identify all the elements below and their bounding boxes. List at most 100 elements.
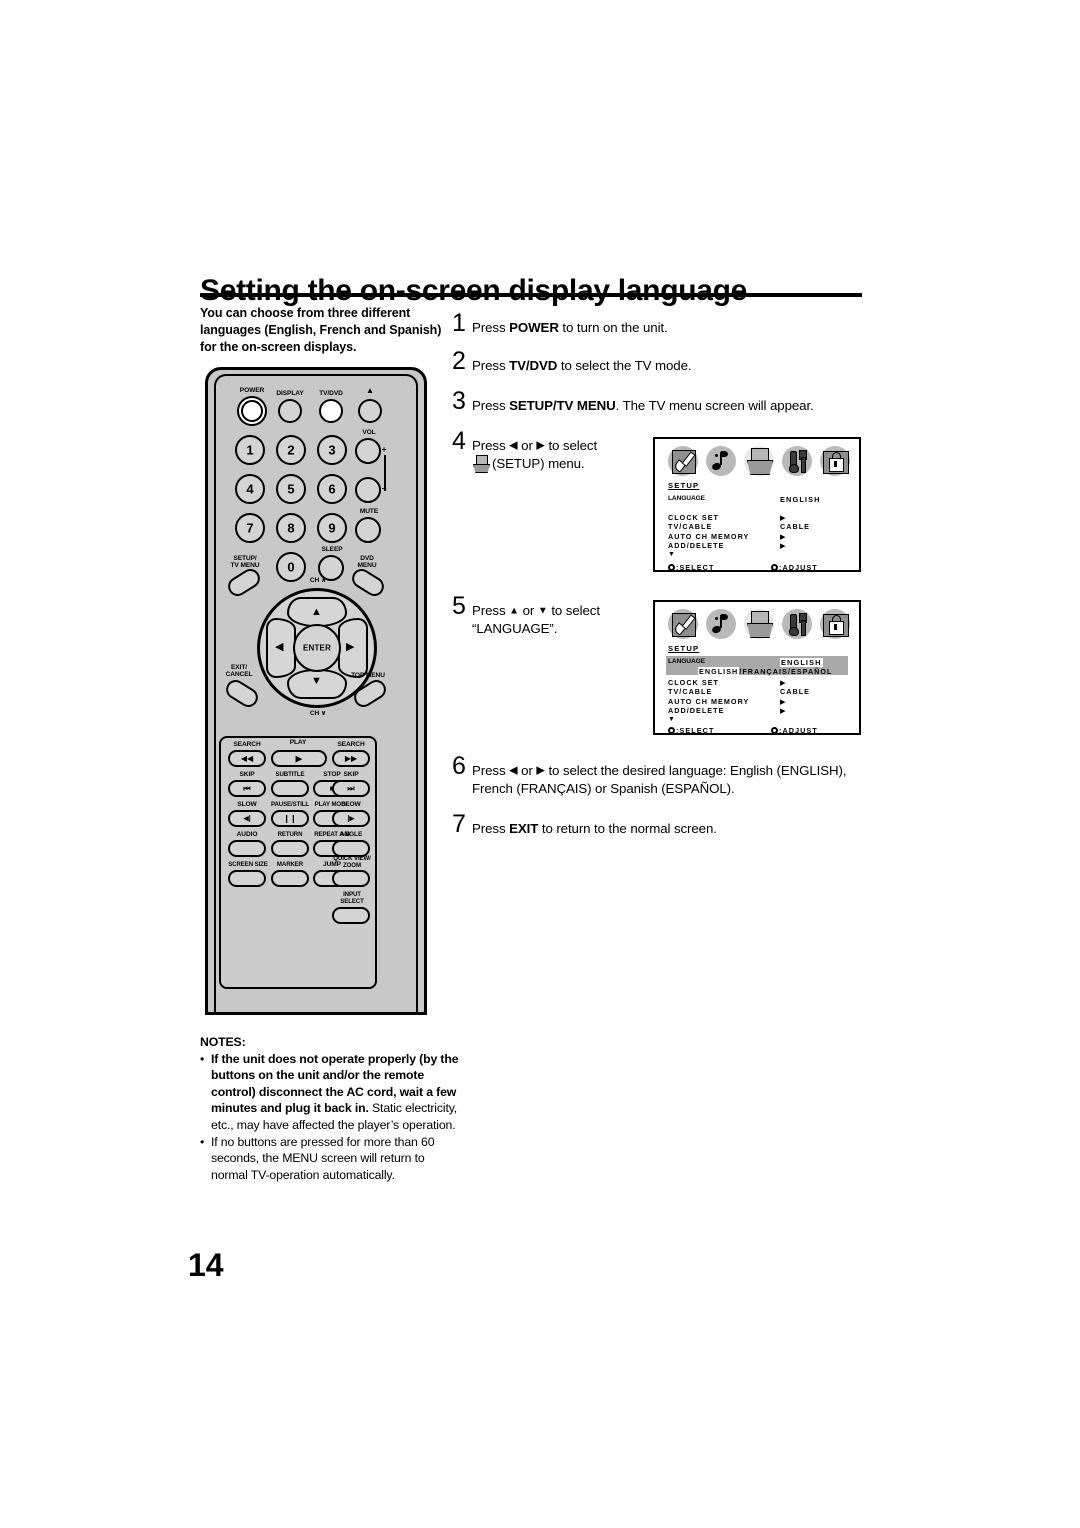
osd-row-key: CLOCK SET — [668, 513, 719, 522]
number-button-4[interactable]: 4 — [235, 474, 265, 504]
page-title: Setting the on-screen display language — [200, 274, 748, 308]
intro-paragraph: You can choose from three different lang… — [200, 306, 442, 355]
skip-forward-label: SKIP — [343, 771, 359, 778]
osd-row-key: ADD/DELETE — [668, 705, 725, 715]
osd-more-indicator: ▼ — [668, 716, 675, 724]
step-3: 3 Press SETUP/TV MENU. The TV menu scree… — [452, 387, 814, 415]
audio-label: AUDIO — [236, 831, 258, 838]
step-number: 3 — [452, 387, 466, 415]
slow-forward-button[interactable]: |▶ — [332, 810, 370, 827]
osd-row-value: ▶ — [780, 531, 787, 541]
osd-row-value: ▶ — [780, 678, 787, 687]
osd-row-key: TV/CABLE — [668, 687, 713, 697]
remote-control-diagram: POWER DISPLAY TV/DVD ▲ 1 2 3 4 5 6 7 8 9… — [205, 367, 427, 1015]
mute-label: MUTE — [359, 508, 379, 515]
audio-button[interactable] — [228, 840, 266, 857]
slow-forward-label: SLOW — [341, 801, 361, 808]
dpad-glyph-icon — [668, 564, 675, 571]
skip-back-button[interactable]: ⏮ — [228, 780, 266, 797]
slow-forward-icon: |▶ — [347, 815, 355, 822]
eject-button[interactable] — [358, 399, 382, 423]
play-icon: ▶ — [295, 753, 303, 763]
tools-icon — [782, 446, 812, 476]
slow-reverse-icon: ◀| — [243, 815, 251, 822]
rewind-icon: ◀◀ — [240, 753, 254, 763]
audio-icon — [706, 446, 736, 476]
number-button-7[interactable]: 7 — [235, 513, 265, 543]
osd-language-label: LANGUAGE — [668, 495, 705, 502]
step-2: 2 Press TV/DVD to select the TV mode. — [452, 347, 692, 375]
number-button-3[interactable]: 3 — [317, 435, 347, 465]
fast-forward-icon: ▶▶ — [344, 753, 358, 763]
audio-icon — [706, 609, 736, 639]
display-label: DISPLAY — [276, 390, 304, 397]
note-item: If no buttons are pressed for more than … — [200, 1134, 462, 1184]
dpad-glyph-icon — [771, 727, 778, 734]
number-button-8[interactable]: 8 — [276, 513, 306, 543]
tools-icon — [782, 609, 812, 639]
step-text: Press EXIT to return to the normal scree… — [472, 821, 717, 836]
mute-button[interactable] — [355, 517, 381, 543]
osd-row-key: ADD/DELETE — [668, 540, 725, 550]
play-button[interactable]: ▶ — [271, 750, 327, 767]
osd-icon-row — [666, 609, 850, 640]
pause-still-button[interactable]: ❙❙ — [271, 810, 309, 827]
osd-row: TV/CABLE CABLE — [668, 687, 848, 696]
osd-row-value: ▶ — [780, 696, 787, 706]
osd-row: CLOCK SET ▶ — [668, 513, 848, 522]
manual-page: Setting the on-screen display language Y… — [0, 0, 1080, 1528]
osd-row-value: CABLE — [780, 522, 811, 532]
step-7: 7 Press EXIT to return to the normal scr… — [452, 812, 717, 838]
enter-button[interactable]: ENTER — [293, 624, 341, 672]
display-button[interactable] — [278, 399, 302, 423]
input-select-button[interactable] — [332, 907, 370, 924]
osd-row-key: AUTO CH MEMORY — [668, 696, 750, 706]
marker-button[interactable] — [271, 870, 309, 887]
skip-next-icon: ⏭ — [347, 783, 355, 793]
dpad-left-icon: ◀ — [275, 641, 284, 653]
osd-more-indicator: ▼ — [668, 551, 675, 559]
search-reverse-label: SEARCH — [233, 741, 261, 748]
step-text: Press ▲ or ▼ to select “LANGUAGE”. — [472, 603, 600, 636]
step-number: 2 — [452, 347, 466, 375]
return-button[interactable] — [271, 840, 309, 857]
subtitle-button[interactable] — [271, 780, 309, 797]
marker-label: MARKER — [276, 861, 304, 868]
osd-row-value: ▶ — [780, 513, 787, 522]
skip-forward-button[interactable]: ⏭ — [332, 780, 370, 797]
osd-row: ADD/DELETE ▶ — [668, 541, 848, 550]
number-button-9[interactable]: 9 — [317, 513, 347, 543]
top-menu-label: TOP MENU — [351, 672, 385, 679]
number-button-6[interactable]: 6 — [317, 474, 347, 504]
quick-view-zoom-button[interactable] — [332, 870, 370, 887]
search-reverse-button[interactable]: ◀◀ — [228, 750, 266, 767]
step-text: Press TV/DVD to select the TV mode. — [472, 358, 692, 373]
step-number: 5 — [452, 592, 466, 620]
channel-down-label: CH ∨ — [309, 710, 327, 717]
channel-up-label: CH ∧ — [309, 577, 327, 584]
dpad-right-icon: ▶ — [346, 641, 355, 653]
osd-language-value: ENGLISH — [780, 658, 823, 667]
number-button-5[interactable]: 5 — [276, 474, 306, 504]
osd-language-choices[interactable]: ENGLISH/FRANÇAIS/ESPAÑOL — [698, 667, 833, 676]
slow-reverse-button[interactable]: ◀| — [228, 810, 266, 827]
dpad-glyph-icon — [771, 564, 778, 571]
angle-label: ANGLE — [339, 831, 363, 838]
osd-language-choice-rest: /FRANÇAIS/ESPAÑOL — [739, 667, 833, 676]
osd-select-hint: :SELECT — [668, 726, 714, 735]
step-number: 1 — [452, 309, 466, 337]
screen-size-button[interactable] — [228, 870, 266, 887]
osd-icon-row — [666, 446, 850, 477]
setup-icon — [744, 446, 774, 476]
step-number: 4 — [452, 427, 466, 455]
search-forward-label: SEARCH — [337, 741, 365, 748]
step-5: 5 Press ▲ or ▼ to select “LANGUAGE”. — [452, 592, 600, 638]
osd-language-label: LANGUAGE — [668, 658, 705, 665]
volume-plus-label: + — [381, 444, 387, 454]
tvdvd-button[interactable] — [319, 399, 343, 423]
number-button-2[interactable]: 2 — [276, 435, 306, 465]
search-forward-button[interactable]: ▶▶ — [332, 750, 370, 767]
power-button-inner[interactable] — [241, 400, 263, 422]
number-button-1[interactable]: 1 — [235, 435, 265, 465]
note-item: If the unit does not operate properly (b… — [200, 1051, 462, 1134]
